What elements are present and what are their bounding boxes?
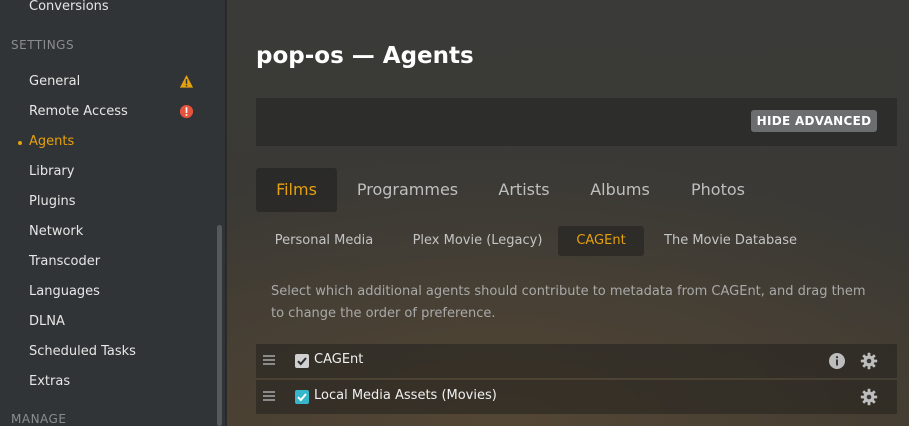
sidebar-item-transcoder[interactable]: Transcoder: [29, 254, 100, 269]
sidebar-item-plugins[interactable]: Plugins: [29, 194, 76, 209]
error-icon: [179, 104, 194, 119]
sidebar-item-general[interactable]: General: [29, 74, 80, 89]
sidebar-item-library[interactable]: Library: [29, 164, 74, 179]
sidebar: Conversions SETTINGS General Remote Acce…: [0, 0, 226, 426]
tab-programmes[interactable]: Programmes: [351, 168, 464, 212]
checkbox-check-icon: [297, 393, 307, 402]
settings-heading: SETTINGS: [11, 38, 75, 52]
sidebar-item-dlna[interactable]: DLNA: [29, 314, 65, 329]
sidebar-item-languages[interactable]: Languages: [29, 284, 100, 299]
warning-icon: [179, 74, 194, 88]
tab-albums[interactable]: Albums: [583, 168, 657, 212]
sidebar-item-extras[interactable]: Extras: [29, 374, 70, 389]
sidebar-item-scheduled-tasks[interactable]: Scheduled Tasks: [29, 344, 136, 359]
info-icon[interactable]: [828, 352, 846, 370]
gear-icon[interactable]: [860, 388, 878, 406]
tab-films[interactable]: Films: [256, 168, 337, 212]
sidebar-item-network[interactable]: Network: [29, 224, 83, 239]
agent-row[interactable]: Local Media Assets (Movies): [256, 380, 897, 414]
drag-handle-icon[interactable]: [263, 391, 275, 401]
main-content: pop-os — Agents HIDE ADVANCED Films Prog…: [227, 0, 909, 426]
subtab-plex-movie-legacy[interactable]: Plex Movie (Legacy): [405, 226, 550, 256]
agents-description: Select which additional agents should co…: [271, 284, 866, 321]
subtab-the-movie-database[interactable]: The Movie Database: [659, 226, 802, 256]
drag-handle-icon[interactable]: [263, 355, 275, 365]
active-indicator-dot: [18, 141, 22, 145]
sidebar-item-remote-access[interactable]: Remote Access: [29, 104, 128, 119]
manage-heading: MANAGE: [11, 412, 67, 426]
advanced-bar: HIDE ADVANCED: [256, 98, 897, 146]
agent-label: Local Media Assets (Movies): [314, 388, 497, 403]
sidebar-item-agents[interactable]: Agents: [29, 134, 74, 149]
subtab-cagent[interactable]: CAGEnt: [558, 226, 644, 256]
page-title: pop-os — Agents: [256, 43, 474, 69]
agent-label: CAGEnt: [314, 352, 364, 367]
sidebar-scrollbar-thumb[interactable]: [217, 225, 222, 426]
subtab-personal-media[interactable]: Personal Media: [267, 226, 381, 256]
checkbox-check-icon: [297, 357, 307, 366]
hide-advanced-button[interactable]: HIDE ADVANCED: [751, 110, 877, 132]
agent-row[interactable]: CAGEnt: [256, 344, 897, 378]
agent-checkbox[interactable]: [295, 354, 309, 368]
gear-icon[interactable]: [860, 352, 878, 370]
agent-checkbox[interactable]: [295, 390, 309, 404]
sidebar-item-conversions[interactable]: Conversions: [29, 0, 109, 14]
tab-photos[interactable]: Photos: [682, 168, 754, 212]
tab-artists[interactable]: Artists: [489, 168, 559, 212]
